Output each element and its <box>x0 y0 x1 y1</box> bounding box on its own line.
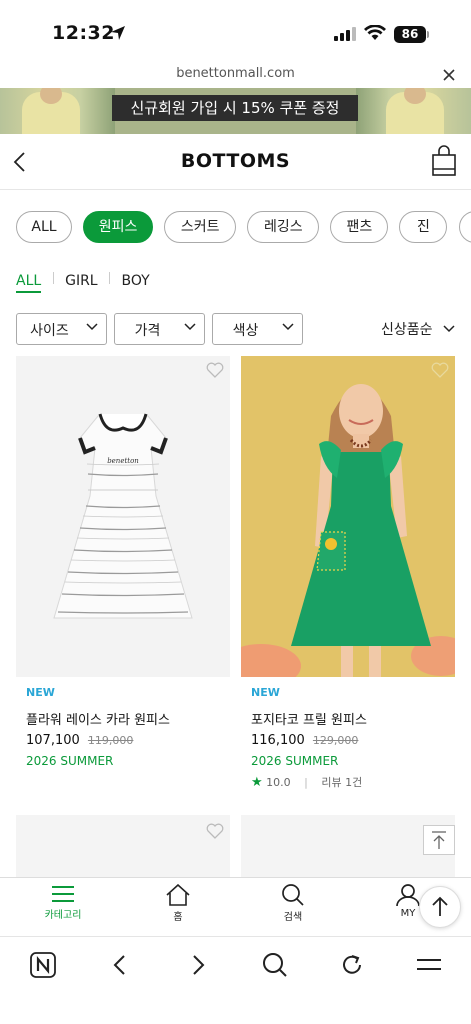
product-image[interactable] <box>241 356 455 677</box>
chip-shorts[interactable]: 반바 <box>458 211 471 243</box>
chip-onepiece[interactable]: 원피스 <box>83 211 154 243</box>
cellular-signal-icon <box>334 27 356 41</box>
search-icon <box>282 884 304 906</box>
sale-price: 116,100 <box>251 733 305 748</box>
tab-home-label: 홈 <box>173 912 183 923</box>
review-count: 리뷰 1건 <box>321 776 363 789</box>
tab-search-label: 검색 <box>283 912 303 923</box>
menu-icon[interactable] <box>414 951 444 979</box>
season-label: 2026 SUMMER <box>251 754 339 768</box>
sort-dropdown[interactable]: 신상품순 <box>381 319 455 339</box>
divider <box>109 272 111 284</box>
filter-price-label: 가격 <box>134 323 161 339</box>
bottom-tab-bar: 카테고리 홈 검색 MY <box>0 877 471 935</box>
original-price: 129,000 <box>312 734 359 747</box>
close-icon[interactable] <box>443 69 455 81</box>
divider <box>52 272 54 284</box>
product-name[interactable]: 포지타코 프릴 원피스 <box>251 709 367 728</box>
banner-photo-right <box>356 88 471 134</box>
scroll-up-button[interactable] <box>419 886 461 928</box>
user-icon <box>396 884 420 906</box>
tab-my-label: MY <box>400 908 416 919</box>
menu-icon <box>52 886 74 902</box>
star-icon: ★ <box>251 775 263 790</box>
scroll-to-top-button[interactable] <box>423 825 455 855</box>
chip-pants[interactable]: 팬츠 <box>330 211 389 243</box>
sale-price: 107,100 <box>26 733 80 748</box>
url-bar[interactable]: benettonmall.com <box>0 60 471 88</box>
page-header: BOTTOMS <box>0 134 471 190</box>
arrow-up-to-line-icon <box>432 831 446 849</box>
rating-row: ★ 10.0 | 리뷰 1건 <box>251 774 362 790</box>
chevron-down-icon <box>184 323 196 331</box>
product-card[interactable]: benetton NEW 플라워 레이스 카라 원피스 107,100 119,… <box>16 356 230 796</box>
tab-search[interactable]: 검색 <box>258 884 328 923</box>
heart-icon[interactable] <box>206 362 224 378</box>
refresh-icon[interactable] <box>337 951 367 979</box>
back-arrow-icon[interactable] <box>105 951 135 979</box>
heart-icon[interactable] <box>206 823 224 839</box>
product-image[interactable]: benetton <box>16 356 230 677</box>
naver-n-icon[interactable] <box>28 951 58 979</box>
chip-skirt[interactable]: 스커트 <box>164 211 237 243</box>
battery-tip <box>427 31 429 38</box>
category-chips: ALL 원피스 스커트 레깅스 팬츠 진 반바 <box>16 211 471 243</box>
new-badge: NEW <box>26 686 55 699</box>
sort-label: 신상품순 <box>381 322 433 338</box>
filter-price[interactable]: 가격 <box>114 313 205 345</box>
filter-size-label: 사이즈 <box>30 323 69 339</box>
search-icon[interactable] <box>260 951 290 979</box>
dress-illustration: benetton <box>53 413 193 619</box>
gender-tab-all[interactable]: ALL <box>16 273 42 293</box>
chevron-down-icon <box>86 323 98 331</box>
new-badge: NEW <box>251 686 280 699</box>
wifi-icon <box>364 25 386 40</box>
url-text[interactable]: benettonmall.com <box>0 66 471 81</box>
forward-arrow-icon[interactable] <box>183 951 213 979</box>
shopping-bag-icon[interactable] <box>431 144 457 178</box>
arrow-up-icon <box>432 896 448 916</box>
chip-leggings[interactable]: 레깅스 <box>247 211 320 243</box>
original-price: 119,000 <box>87 734 134 747</box>
browser-toolbar <box>0 936 471 1024</box>
product-card-partial[interactable] <box>16 815 230 877</box>
page-title: BOTTOMS <box>180 150 291 172</box>
tab-home[interactable]: 홈 <box>143 884 213 923</box>
divider: | <box>304 776 308 789</box>
season-label: 2026 SUMMER <box>26 754 114 768</box>
banner-photo-left <box>0 88 115 134</box>
model-photo-illustration <box>241 356 455 677</box>
chevron-down-icon <box>443 325 455 333</box>
product-card[interactable]: NEW 포지타코 프릴 원피스 116,100 129,000 2026 SUM… <box>241 356 455 796</box>
filter-color-label: 색상 <box>232 323 259 339</box>
banner-text: 신규회원 가입 시 15% 쿠폰 증정 <box>112 95 358 121</box>
location-arrow-icon <box>111 26 125 40</box>
rating-score: 10.0 <box>266 776 291 789</box>
battery-indicator: 86 <box>394 26 426 43</box>
home-icon <box>166 884 190 906</box>
product-name[interactable]: 플라워 레이스 카라 원피스 <box>26 709 170 728</box>
status-bar: 12:32 86 <box>0 0 471 60</box>
chevron-down-icon <box>282 323 294 331</box>
status-time: 12:32 <box>52 22 115 44</box>
product-price: 107,100 119,000 <box>26 733 133 748</box>
gender-tabs: ALL GIRL BOY <box>16 272 150 294</box>
svg-text:benetton: benetton <box>107 457 139 465</box>
gender-tab-boy[interactable]: BOY <box>122 273 150 291</box>
tab-category-label: 카테고리 <box>44 910 82 921</box>
tab-category[interactable]: 카테고리 <box>28 884 98 921</box>
filter-color[interactable]: 색상 <box>212 313 303 345</box>
promo-banner[interactable]: 신규회원 가입 시 15% 쿠폰 증정 <box>0 88 471 134</box>
filter-size[interactable]: 사이즈 <box>16 313 107 345</box>
heart-icon[interactable] <box>431 362 449 378</box>
chip-all[interactable]: ALL <box>16 211 72 243</box>
chip-jeans[interactable]: 진 <box>399 211 448 243</box>
gender-tab-girl[interactable]: GIRL <box>65 273 98 291</box>
product-price: 116,100 129,000 <box>251 733 358 748</box>
